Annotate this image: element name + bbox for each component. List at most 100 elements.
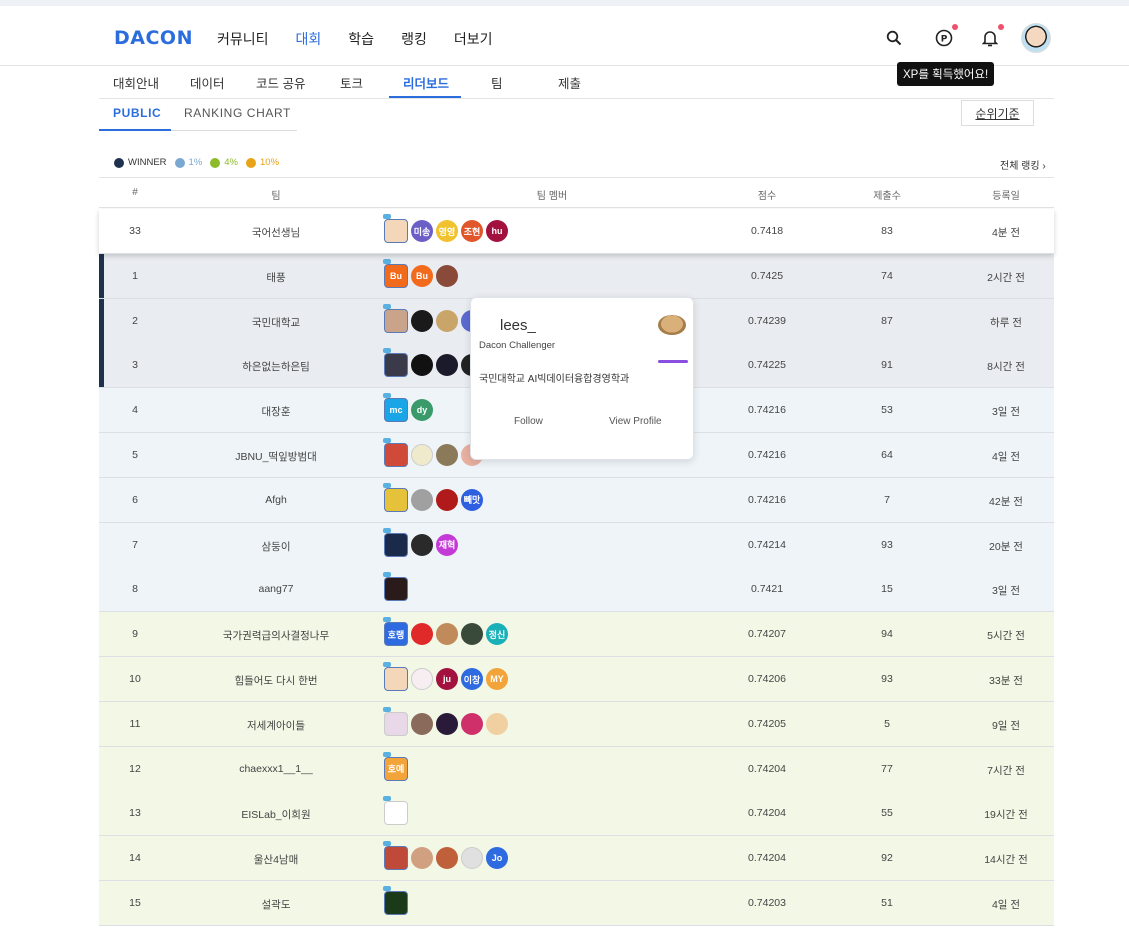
member-avatar[interactable]: dy bbox=[411, 399, 433, 422]
member-avatar[interactable]: 호랭 bbox=[383, 617, 408, 647]
member-avatar[interactable]: 조현 bbox=[461, 220, 483, 242]
legend-label-top10: 10% bbox=[260, 157, 280, 168]
svg-text:P: P bbox=[941, 35, 948, 45]
member-avatar[interactable]: 정신 bbox=[486, 623, 508, 646]
cell-team: EISLab_이희원 bbox=[241, 809, 311, 822]
cell-score: 0.74239 bbox=[748, 314, 786, 327]
my-team-row[interactable]: 33 국어선생님 0.7418 83 4분 전 미송 영영 조현 hu bbox=[99, 209, 1054, 254]
member-avatar[interactable] bbox=[461, 712, 483, 735]
nav-ranking[interactable]: 랭킹 bbox=[401, 29, 427, 49]
member-avatar[interactable] bbox=[436, 488, 458, 511]
table-row[interactable]: 15 설곽도 0.74203 51 4일 전 bbox=[99, 881, 1054, 926]
member-avatar[interactable] bbox=[383, 706, 408, 736]
member-avatar[interactable]: MY bbox=[486, 668, 508, 690]
tab-talk[interactable]: 토크 bbox=[340, 73, 363, 92]
cell-submissions: 15 bbox=[881, 583, 893, 596]
member-avatar[interactable]: mc bbox=[383, 393, 408, 423]
member-avatar[interactable] bbox=[436, 847, 458, 870]
full-ranking-link[interactable]: 전체 랭킹 › bbox=[1000, 157, 1046, 172]
member-avatar[interactable] bbox=[436, 623, 458, 646]
tab-overview[interactable]: 대회안내 bbox=[113, 73, 159, 92]
tab-submit[interactable]: 제출 bbox=[558, 73, 581, 92]
member-avatar[interactable] bbox=[436, 712, 458, 735]
table-row[interactable]: 11 저세계아이들 0.74205 5 9일 전 bbox=[99, 701, 1054, 747]
member-avatar[interactable] bbox=[461, 847, 483, 870]
member-avatar[interactable] bbox=[383, 482, 408, 512]
member-avatar[interactable] bbox=[383, 348, 408, 378]
member-avatar[interactable] bbox=[411, 354, 433, 377]
member-avatar[interactable] bbox=[436, 444, 458, 466]
member-avatar[interactable] bbox=[383, 527, 408, 557]
member-avatar[interactable] bbox=[436, 309, 458, 332]
nav-community[interactable]: 커뮤니티 bbox=[217, 29, 269, 49]
member-avatar[interactable] bbox=[461, 623, 483, 646]
popup-avatar bbox=[658, 315, 686, 335]
table-row[interactable]: 12 chaexxx1__1__ 0.74204 77 7시간 전 호예 bbox=[99, 746, 1054, 792]
point-icon[interactable]: P bbox=[932, 24, 958, 50]
table-row[interactable]: 9 국가권력급의사결정나무 0.74207 94 5시간 전 호랭 정신 bbox=[99, 612, 1054, 658]
member-avatar[interactable]: hu bbox=[486, 220, 508, 242]
member-avatar[interactable]: Bu bbox=[411, 264, 433, 287]
cell-team: 국어선생님 bbox=[251, 227, 301, 239]
dacon-logo[interactable]: DACON bbox=[114, 27, 193, 49]
member-avatar[interactable] bbox=[486, 712, 508, 735]
member-avatar[interactable] bbox=[436, 264, 458, 287]
nav-learning[interactable]: 학습 bbox=[348, 29, 374, 49]
cell-rank: 6 bbox=[132, 493, 138, 506]
table-row[interactable]: 1 태풍 0.7425 74 2시간 전 Bu Bu bbox=[99, 253, 1054, 299]
member-avatar[interactable] bbox=[411, 533, 433, 556]
tab-leaderboard[interactable]: 리더보드 bbox=[403, 73, 449, 92]
member-avatar[interactable]: 영영 bbox=[436, 220, 458, 242]
member-avatar[interactable]: Jo bbox=[486, 847, 508, 870]
member-avatar[interactable]: Bu bbox=[383, 258, 408, 288]
member-avatar[interactable] bbox=[411, 847, 433, 870]
table-row[interactable]: 8 aang77 0.7421 15 3일 전 bbox=[99, 567, 1054, 613]
member-avatar[interactable]: 재혁 bbox=[436, 533, 458, 556]
view-profile-button[interactable]: View Profile bbox=[609, 416, 662, 427]
tab-ranking-chart[interactable]: RANKING CHART bbox=[184, 106, 291, 120]
tab-code-share[interactable]: 코드 공유 bbox=[256, 73, 305, 92]
member-avatar[interactable]: 미송 bbox=[411, 220, 433, 242]
member-avatar[interactable] bbox=[383, 841, 408, 871]
member-avatar[interactable] bbox=[383, 572, 408, 602]
member-avatar[interactable] bbox=[411, 668, 433, 690]
member-avatar[interactable]: 호예 bbox=[383, 751, 408, 781]
popup-level-bar bbox=[658, 360, 688, 363]
member-avatar[interactable] bbox=[383, 886, 408, 915]
member-avatar[interactable] bbox=[411, 712, 433, 735]
member-avatar[interactable] bbox=[411, 623, 433, 646]
global-header: DACON 커뮤니티 대회 학습 랭킹 더보기 P bbox=[0, 10, 1129, 66]
cell-rank: 3 bbox=[132, 359, 138, 372]
point-notification-dot bbox=[952, 24, 958, 30]
table-row[interactable]: 6 Afgh 0.74216 7 42분 전 빼맛 bbox=[99, 477, 1054, 523]
member-avatar[interactable] bbox=[383, 214, 408, 243]
member-avatar[interactable] bbox=[383, 662, 408, 691]
tab-team[interactable]: 팀 bbox=[491, 73, 503, 92]
follow-button[interactable]: Follow bbox=[514, 416, 543, 427]
table-row[interactable]: 13 EISLab_이희원 0.74204 55 19시간 전 bbox=[99, 791, 1054, 837]
member-avatar[interactable] bbox=[411, 309, 433, 332]
cell-team: 울산4남매 bbox=[253, 854, 299, 867]
member-avatar[interactable]: 이창 bbox=[461, 668, 483, 690]
member-avatar[interactable]: ju bbox=[436, 668, 458, 690]
member-avatar[interactable] bbox=[383, 303, 408, 333]
member-avatar[interactable] bbox=[411, 488, 433, 511]
user-avatar[interactable] bbox=[1021, 23, 1051, 53]
member-avatar[interactable] bbox=[383, 796, 408, 826]
member-avatar[interactable] bbox=[436, 354, 458, 377]
bell-icon[interactable] bbox=[978, 24, 1004, 50]
nav-competition[interactable]: 대회 bbox=[296, 29, 322, 49]
table-row[interactable]: 14 울산4남매 0.74204 92 14시간 전 Jo bbox=[99, 836, 1054, 882]
popup-username[interactable]: lees_ bbox=[500, 317, 536, 334]
rank-criteria-button[interactable]: 순위기준 bbox=[961, 100, 1034, 126]
search-icon[interactable] bbox=[882, 26, 906, 50]
tab-data[interactable]: 데이터 bbox=[190, 73, 225, 92]
nav-more[interactable]: 더보기 bbox=[454, 29, 493, 49]
member-avatar[interactable] bbox=[411, 444, 433, 466]
tab-public[interactable]: PUBLIC bbox=[113, 106, 161, 120]
cell-score: 0.74203 bbox=[748, 897, 786, 909]
member-avatar[interactable] bbox=[383, 438, 408, 467]
table-row[interactable]: 7 삼둥이 0.74214 93 20분 전 재혁 bbox=[99, 522, 1054, 568]
table-row[interactable]: 10 힘들어도 다시 한번 0.74206 93 33분 전 ju 이창 MY bbox=[99, 657, 1054, 702]
member-avatar[interactable]: 빼맛 bbox=[461, 488, 483, 511]
